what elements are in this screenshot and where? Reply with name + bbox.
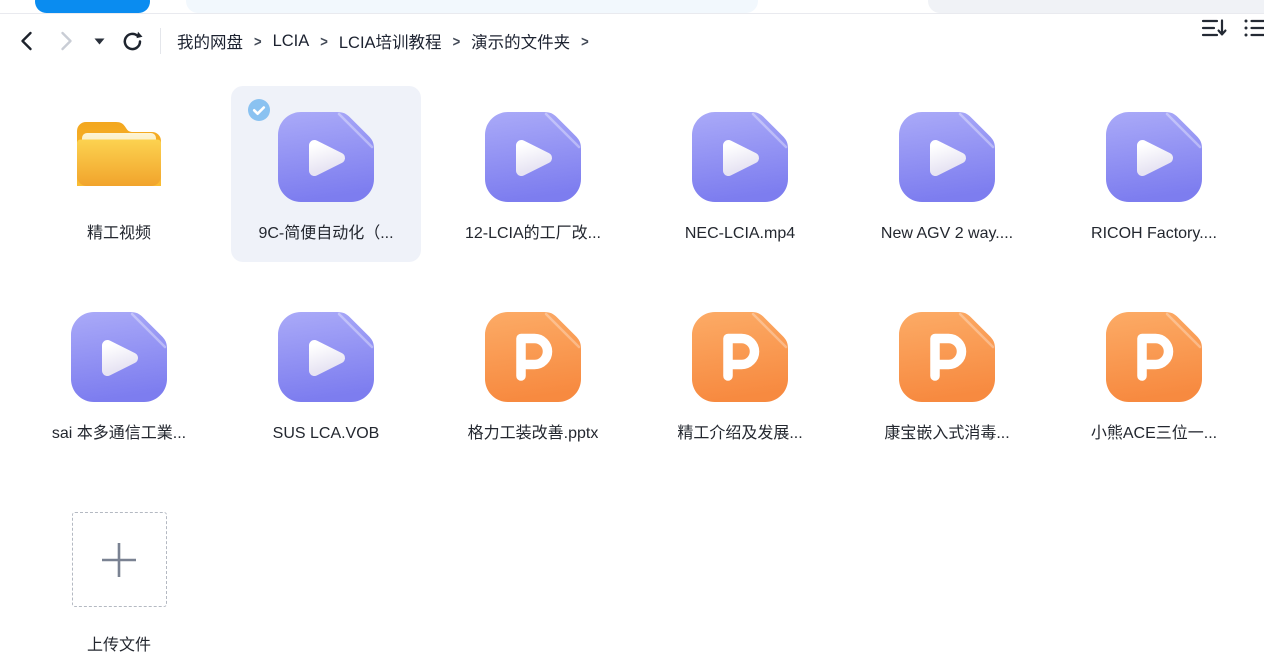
upload-plus-icon bbox=[100, 541, 138, 579]
refresh-button[interactable] bbox=[121, 30, 144, 53]
video-file-icon bbox=[71, 312, 167, 402]
file-name: RICOH Factory.... bbox=[1091, 224, 1217, 244]
file-item[interactable]: NEC-LCIA.mp4 bbox=[645, 86, 835, 262]
file-name: 12-LCIA的工厂改... bbox=[465, 224, 601, 244]
list-view-icon bbox=[1243, 17, 1264, 39]
file-name: SUS LCA.VOB bbox=[273, 424, 380, 444]
breadcrumb: 我的网盘 > LCIA > LCIA培训教程 > 演示的文件夹 > bbox=[177, 29, 600, 53]
video-file-icon bbox=[485, 112, 581, 202]
file-name: 康宝嵌入式消毒... bbox=[884, 424, 1009, 444]
upload-label: 上传文件 bbox=[87, 631, 151, 655]
file-name: 9C-简便自动化（... bbox=[258, 224, 393, 244]
toolbar-divider bbox=[160, 28, 161, 54]
file-name: 小熊ACE三位一... bbox=[1091, 424, 1217, 444]
file-item[interactable]: SUS LCA.VOB bbox=[231, 286, 421, 462]
file-item[interactable]: RICOH Factory.... bbox=[1059, 86, 1249, 262]
chevron-right-icon bbox=[58, 30, 74, 52]
video-file-icon bbox=[278, 112, 374, 202]
history-dropdown-button[interactable] bbox=[94, 38, 105, 45]
toolbar: 我的网盘 > LCIA > LCIA培训教程 > 演示的文件夹 > bbox=[0, 14, 1264, 68]
ppt-file-icon bbox=[692, 312, 788, 402]
video-file-icon bbox=[278, 312, 374, 402]
file-item[interactable]: 格力工装改善.pptx bbox=[438, 286, 628, 462]
file-item[interactable]: sai 本多通信工業... bbox=[24, 286, 214, 462]
file-name: New AGV 2 way.... bbox=[881, 224, 1013, 244]
breadcrumb-separator: > bbox=[320, 32, 328, 49]
ppt-file-icon bbox=[485, 312, 581, 402]
browser-tab[interactable] bbox=[35, 0, 150, 13]
address-bar[interactable] bbox=[186, 0, 758, 13]
caret-down-icon bbox=[94, 38, 105, 45]
file-grid: 精工视频 9C-简便自动化（... 12-LCIA的工厂改... NEC-LCI… bbox=[24, 65, 1249, 662]
video-file-icon bbox=[1106, 112, 1202, 202]
sort-descending-icon bbox=[1201, 17, 1227, 39]
file-name: 精工视频 bbox=[87, 224, 151, 244]
ppt-file-icon bbox=[899, 312, 995, 402]
file-item[interactable]: 精工视频 bbox=[24, 86, 214, 262]
sort-button[interactable] bbox=[1201, 17, 1227, 42]
upload-file-button[interactable]: 上传文件 bbox=[24, 486, 214, 662]
file-item[interactable]: 康宝嵌入式消毒... bbox=[852, 286, 1042, 462]
view-toggle-button[interactable] bbox=[1243, 17, 1264, 42]
file-item[interactable]: 12-LCIA的工厂改... bbox=[438, 86, 628, 262]
breadcrumb-separator: > bbox=[581, 32, 589, 49]
breadcrumb-separator: > bbox=[453, 32, 461, 49]
breadcrumb-separator: > bbox=[254, 32, 262, 49]
folder-icon bbox=[74, 118, 164, 196]
search-bar[interactable] bbox=[928, 0, 1264, 13]
back-button[interactable] bbox=[18, 30, 34, 52]
file-item[interactable]: 9C-简便自动化（... bbox=[231, 86, 421, 262]
ppt-file-icon bbox=[1106, 312, 1202, 402]
video-file-icon bbox=[692, 112, 788, 202]
refresh-icon bbox=[121, 30, 144, 53]
breadcrumb-item-training[interactable]: LCIA培训教程 bbox=[339, 29, 442, 53]
breadcrumb-item-lcia[interactable]: LCIA bbox=[273, 32, 310, 51]
file-item[interactable]: 精工介绍及发展... bbox=[645, 286, 835, 462]
breadcrumb-item-root[interactable]: 我的网盘 bbox=[177, 29, 243, 53]
upload-dropzone[interactable] bbox=[72, 512, 167, 607]
file-name: 格力工装改善.pptx bbox=[468, 424, 599, 444]
file-name: NEC-LCIA.mp4 bbox=[685, 224, 795, 244]
forward-button[interactable] bbox=[58, 30, 74, 52]
window-top-strip bbox=[0, 0, 1264, 14]
selected-check-icon[interactable] bbox=[248, 99, 270, 121]
file-name: 精工介绍及发展... bbox=[677, 424, 802, 444]
file-item[interactable]: 小熊ACE三位一... bbox=[1059, 286, 1249, 462]
breadcrumb-item-current[interactable]: 演示的文件夹 bbox=[471, 29, 570, 53]
chevron-left-icon bbox=[18, 30, 34, 52]
file-name: sai 本多通信工業... bbox=[52, 424, 186, 444]
video-file-icon bbox=[899, 112, 995, 202]
file-item[interactable]: New AGV 2 way.... bbox=[852, 86, 1042, 262]
